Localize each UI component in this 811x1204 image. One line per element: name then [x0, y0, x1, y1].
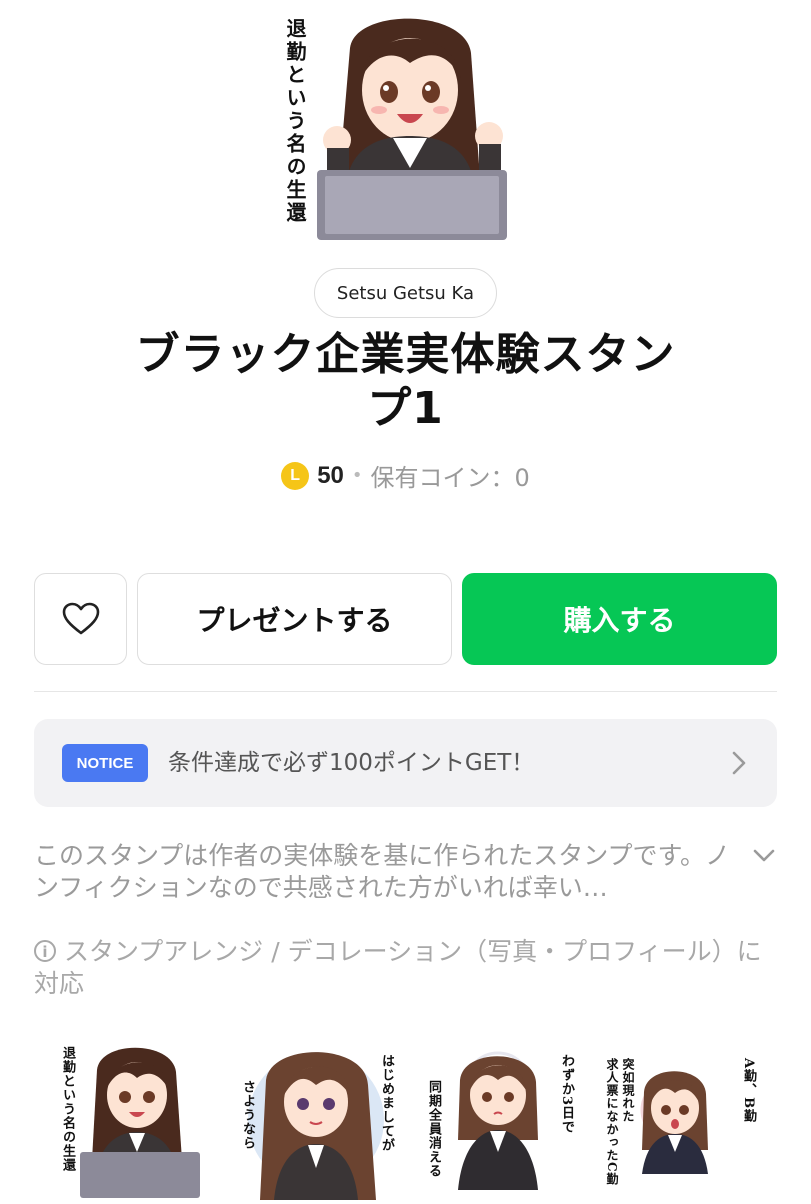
sticker-main-image[interactable]: 退勤という名の生還	[275, 8, 537, 240]
sticker-preview[interactable]: わずか3日で 同期全員消える	[418, 1040, 578, 1200]
sticker-caption: わずか3日で	[559, 1054, 574, 1135]
gift-button[interactable]: プレゼントする	[137, 573, 452, 665]
line-coin-icon: L	[281, 461, 310, 490]
sticker-caption: 突如現れた	[621, 1058, 635, 1123]
sticker-caption: 同期全員消える	[426, 1080, 441, 1178]
sticker-preview[interactable]: はじめましてが さようなら	[236, 1040, 396, 1200]
sticker-caption: A勤、B勤	[741, 1058, 756, 1124]
sticker-illustration	[248, 1052, 384, 1200]
author-link[interactable]: Setsu Getsu Ka	[314, 268, 497, 318]
sticker-caption: 求人票になかったC勤	[605, 1058, 619, 1186]
price-amount: 50	[317, 461, 344, 489]
sticker-caption: 退勤という名の生還	[60, 1046, 75, 1172]
sticker-preview[interactable]: 退勤という名の生還	[52, 1040, 212, 1200]
chevron-down-icon[interactable]	[752, 848, 776, 864]
divider	[34, 691, 777, 692]
chevron-right-icon	[732, 751, 746, 775]
arrange-text: スタンプアレンジ / デコレーション（写真・プロフィール）に対応	[34, 937, 762, 998]
sticker-caption: はじめましてが	[379, 1054, 394, 1152]
office-girl-illustration	[317, 18, 507, 240]
info-icon	[34, 936, 56, 968]
sticker-description: このスタンプは作者の実体験を基に作られたスタンプです。ノンフィクションなので共感…	[34, 841, 731, 902]
sticker-caption: さようなら	[240, 1080, 255, 1150]
page-title: ブラック企業実体験スタン プ1	[90, 328, 721, 436]
owned-coins: 保有コイン：0	[370, 464, 530, 492]
title-line-2: プ1	[367, 383, 444, 434]
hero-caption: 退勤という名の生還	[283, 18, 307, 225]
price-row: L 50 • 保有コイン：0	[0, 458, 811, 493]
title-line-1: ブラック企業実体験スタン	[135, 329, 676, 380]
heart-icon	[62, 602, 99, 635]
notice-badge: NOTICE	[62, 744, 148, 782]
arrange-support-note: スタンプアレンジ / デコレーション（写真・プロフィール）に対応	[34, 936, 774, 1000]
notice-text: 条件達成で必ず100ポイントGET！	[168, 750, 535, 776]
price-separator: •	[351, 465, 363, 486]
buy-button[interactable]: 購入する	[462, 573, 777, 665]
notice-banner[interactable]: NOTICE 条件達成で必ず100ポイントGET！	[34, 719, 777, 807]
sticker-preview[interactable]: A勤、B勤 求人票になかったC勤 突如現れた	[600, 1040, 760, 1200]
favorite-button[interactable]	[34, 573, 127, 665]
